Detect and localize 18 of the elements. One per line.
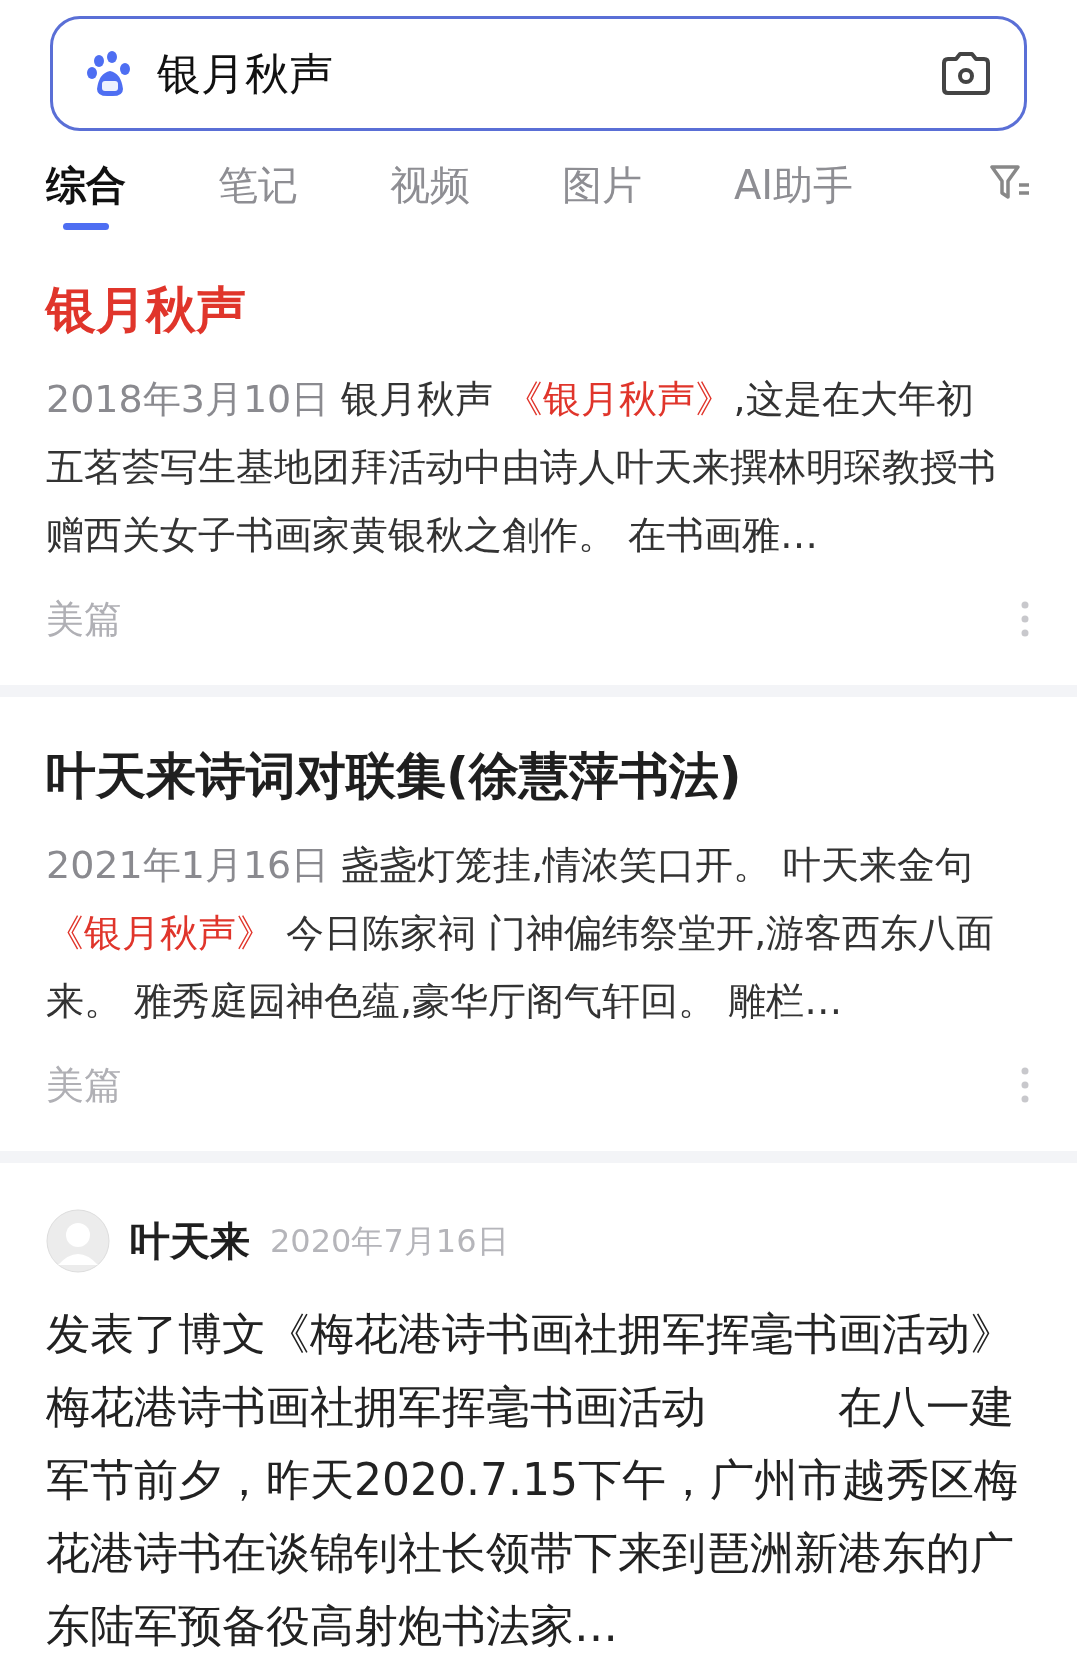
search-field[interactable]: 银月秋声 (50, 16, 1027, 131)
result-snippet: 2018年3月10日 银月秋声 《银月秋声》,这是在大年初五茗荟写生基地团拜活动中由诗人叶天来撰林明琛教授书赠西关女子书画家黄银秋之創作。 在书画雅… (46, 376, 997, 559)
author-name[interactable]: 叶天来 (130, 1211, 250, 1271)
result-source: 美篇 (46, 1062, 122, 1109)
camera-icon[interactable] (940, 50, 992, 97)
tab-indicator (63, 223, 109, 230)
result-source: 美篇 (46, 596, 122, 643)
result-title[interactable]: 叶天来诗词对联集(徐慧萍书法) (46, 741, 1031, 811)
post-body: 发表了博文《梅花港诗书画社拥军挥毫书画活动》梅花港诗书画社拥军挥毫书画活动 在八一建军节前夕，昨天2020.7.15下午，广州市越秀区梅花港诗书在谈锦钊社长领带下来到琶洲新港东的广东陆军预备役高射炮书法家… (46, 1307, 1019, 1653)
tab[interactable]: 图片 (562, 155, 642, 215)
tab[interactable]: 笔记 (218, 155, 298, 215)
tab[interactable]: AI助手 (734, 155, 854, 215)
avatar-icon (46, 1209, 110, 1273)
tab[interactable]: 视频 (390, 155, 470, 215)
tab[interactable]: 综合 (46, 155, 126, 215)
result-title[interactable]: 银月秋声 (46, 275, 1031, 345)
result-snippet: 2021年1月16日 盏盏灯笼挂,情浓笑口开。 叶天来金句 《银月秋声》 今日陈家祠 门神偏纬祭堂开,游客西东八面来。 雅秀庭园神色蕴,豪华厅阁气轩回。 雕栏… (46, 842, 996, 1025)
post-date: 2020年7月16日 (270, 1221, 509, 1262)
